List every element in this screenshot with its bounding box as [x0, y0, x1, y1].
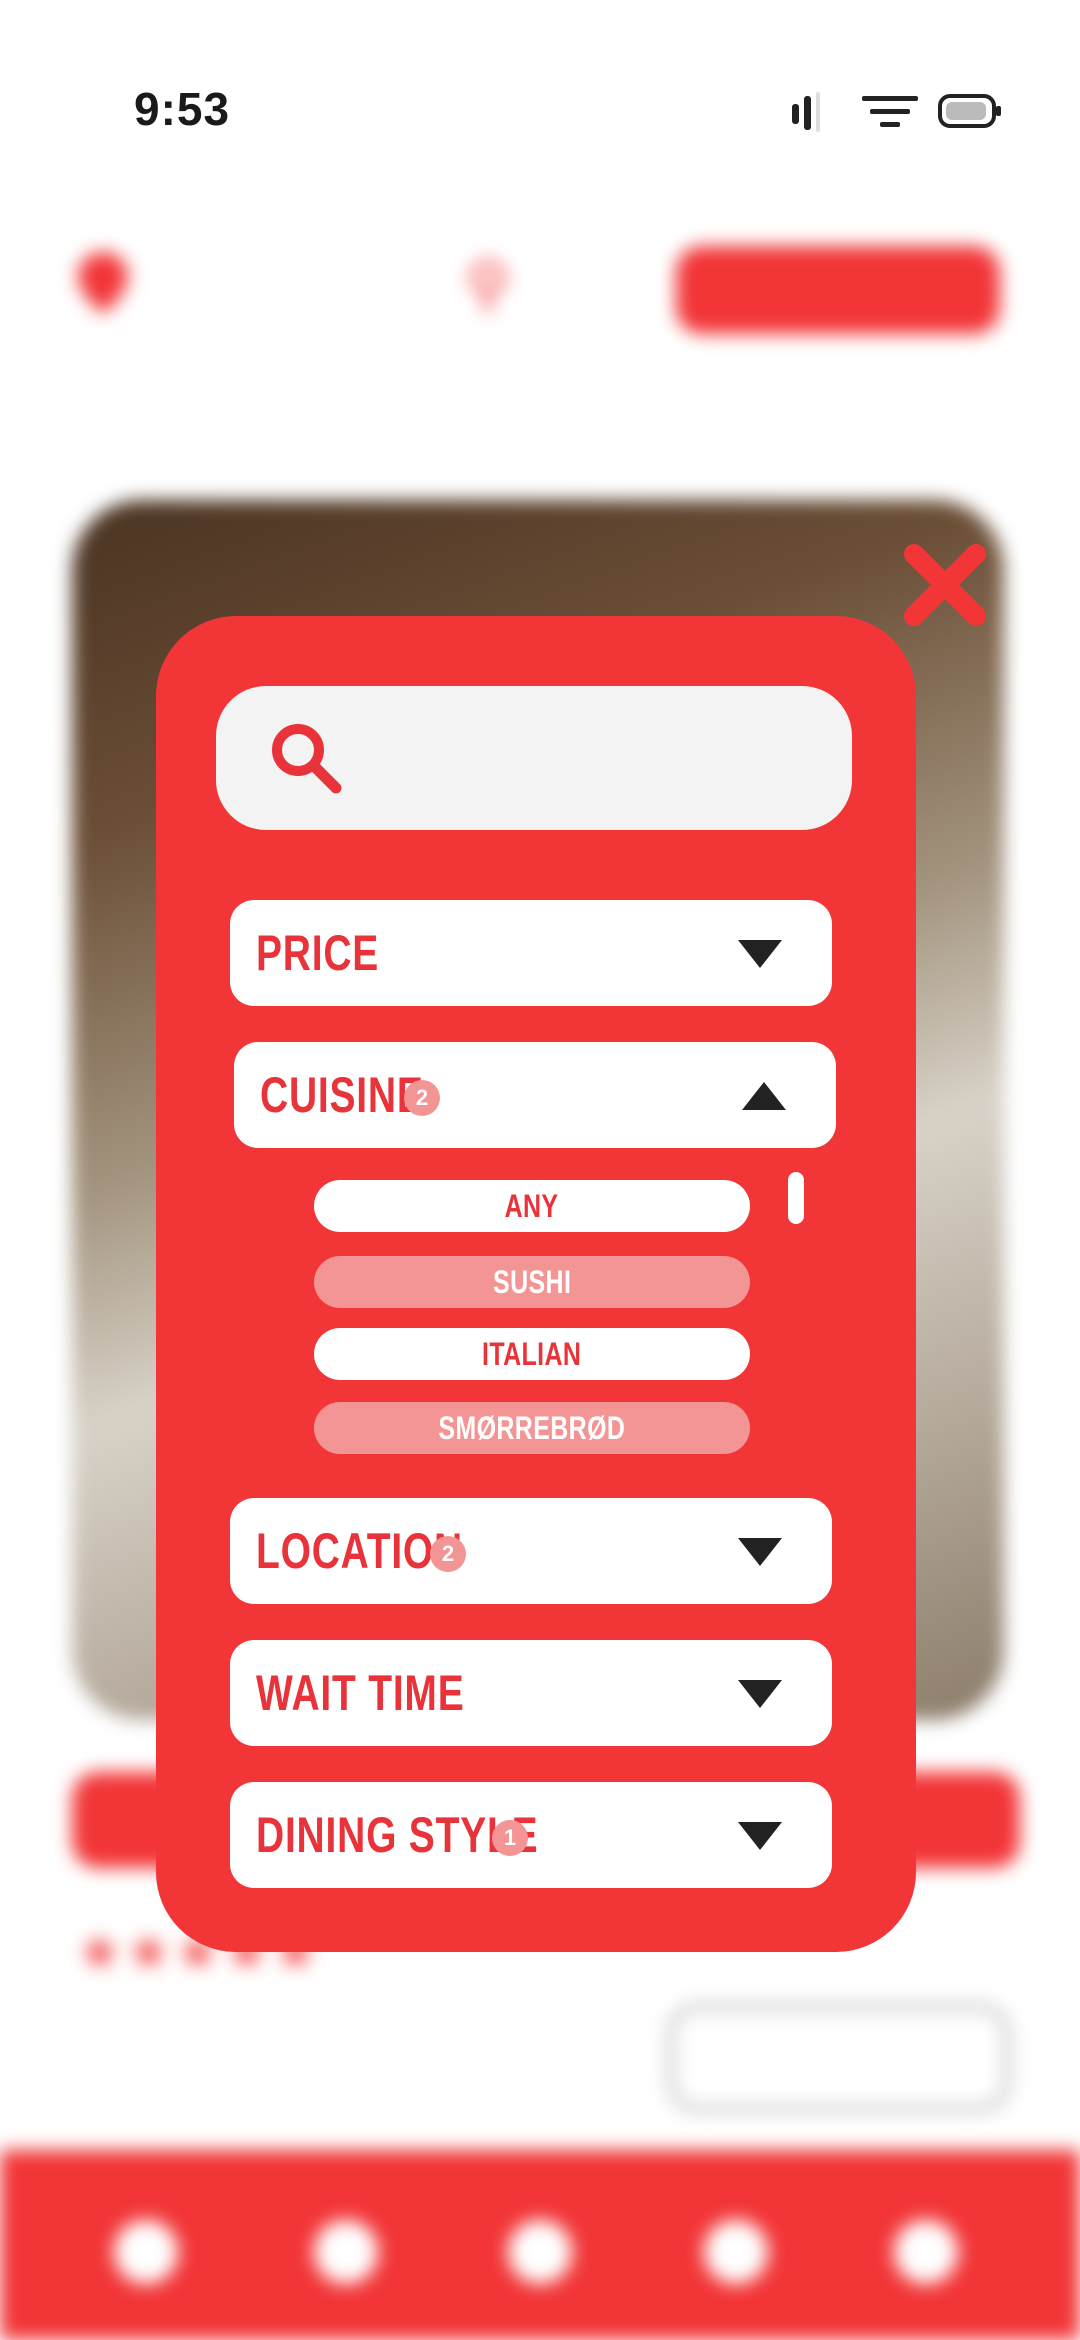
search-icon	[272, 724, 342, 794]
filter-cuisine-label: CUISINE	[260, 1067, 424, 1123]
nav-home-icon	[114, 2220, 178, 2284]
location-count-badge: 2	[430, 1536, 466, 1572]
filter-price[interactable]: PRICE	[230, 900, 832, 1006]
filter-price-label: PRICE	[256, 925, 380, 981]
location-pin-icon	[78, 252, 128, 314]
cuisine-option-label: SUSHI	[492, 1264, 572, 1300]
cuisine-option-label: SMØRREBRØD	[438, 1410, 626, 1446]
chevron-down-icon[interactable]	[738, 1822, 782, 1850]
filter-modal: PRICE CUISINE 2 ANY SUSHI ITALIAN SMØRRE…	[156, 616, 916, 1952]
chevron-down-icon[interactable]	[738, 1680, 782, 1708]
nav-heart-icon	[314, 2220, 378, 2284]
chevron-down-icon[interactable]	[738, 940, 782, 968]
filter-location[interactable]: LOCATION 2	[230, 1498, 832, 1604]
background-preferences-button	[668, 2004, 1010, 2112]
cuisine-option-any[interactable]: ANY	[314, 1180, 750, 1232]
cuisine-option-label: ANY	[505, 1188, 559, 1224]
search-input[interactable]	[216, 686, 852, 830]
chevron-down-icon[interactable]	[738, 1538, 782, 1566]
cuisine-option-sushi[interactable]: SUSHI	[314, 1256, 750, 1308]
close-icon[interactable]	[900, 540, 990, 630]
background-location-text	[152, 266, 164, 316]
cuisine-count-badge: 2	[404, 1080, 440, 1116]
background-search-icon: ⚲	[466, 251, 510, 318]
nav-settings-icon	[894, 2220, 958, 2284]
chevron-up-icon[interactable]	[742, 1082, 786, 1110]
filter-wait-time-label: WAIT TIME	[256, 1665, 465, 1721]
filter-dining-style[interactable]: DINING STYLE 1	[230, 1782, 832, 1888]
cuisine-list-scrollbar[interactable]	[788, 1172, 804, 1224]
nav-food-icon	[508, 2220, 572, 2284]
dining-style-count-badge: 1	[492, 1820, 528, 1856]
cuisine-option-smorrebrod[interactable]: SMØRREBRØD	[314, 1402, 750, 1454]
cuisine-option-italian[interactable]: ITALIAN	[314, 1328, 750, 1380]
nav-profile-icon	[704, 2220, 768, 2284]
filter-cuisine[interactable]: CUISINE 2	[234, 1042, 836, 1148]
cuisine-option-label: ITALIAN	[482, 1336, 582, 1372]
filter-wait-time[interactable]: WAIT TIME	[230, 1640, 832, 1746]
background-book-button	[676, 246, 1000, 334]
